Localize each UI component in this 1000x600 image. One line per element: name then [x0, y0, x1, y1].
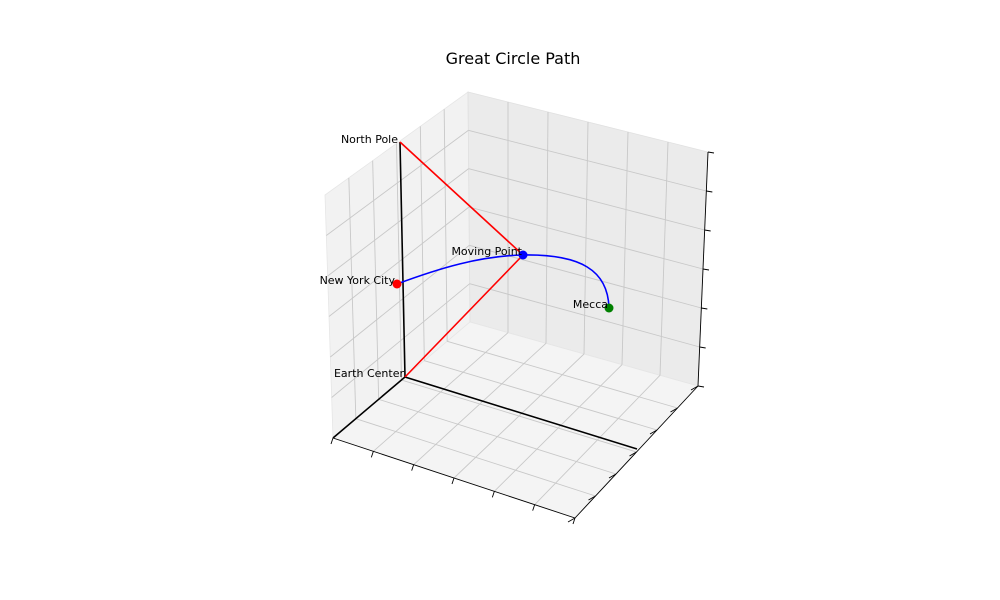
x-tick — [451, 477, 455, 485]
z-tick — [699, 346, 706, 349]
label-new-york-city: New York City — [320, 274, 396, 287]
label-moving-point: Moving Point — [451, 245, 522, 258]
x-tick — [330, 437, 334, 445]
label-mecca: Mecca — [573, 298, 608, 311]
x-tick — [491, 491, 495, 498]
chart-title: Great Circle Path — [446, 49, 581, 68]
z-tick — [706, 190, 713, 193]
x-tick — [532, 504, 536, 511]
z-tick — [707, 151, 715, 154]
z-tick — [697, 385, 705, 388]
z-tick — [701, 307, 708, 310]
label-earth-center: Earth Center — [334, 367, 404, 380]
z-tick — [702, 268, 710, 271]
chart-figure: Great Circle Path North Pole New York Ci… — [320, 49, 715, 525]
label-north-pole: North Pole — [341, 133, 398, 146]
x-tick — [370, 451, 374, 458]
z-tick — [704, 229, 711, 232]
x-tick — [411, 464, 415, 471]
